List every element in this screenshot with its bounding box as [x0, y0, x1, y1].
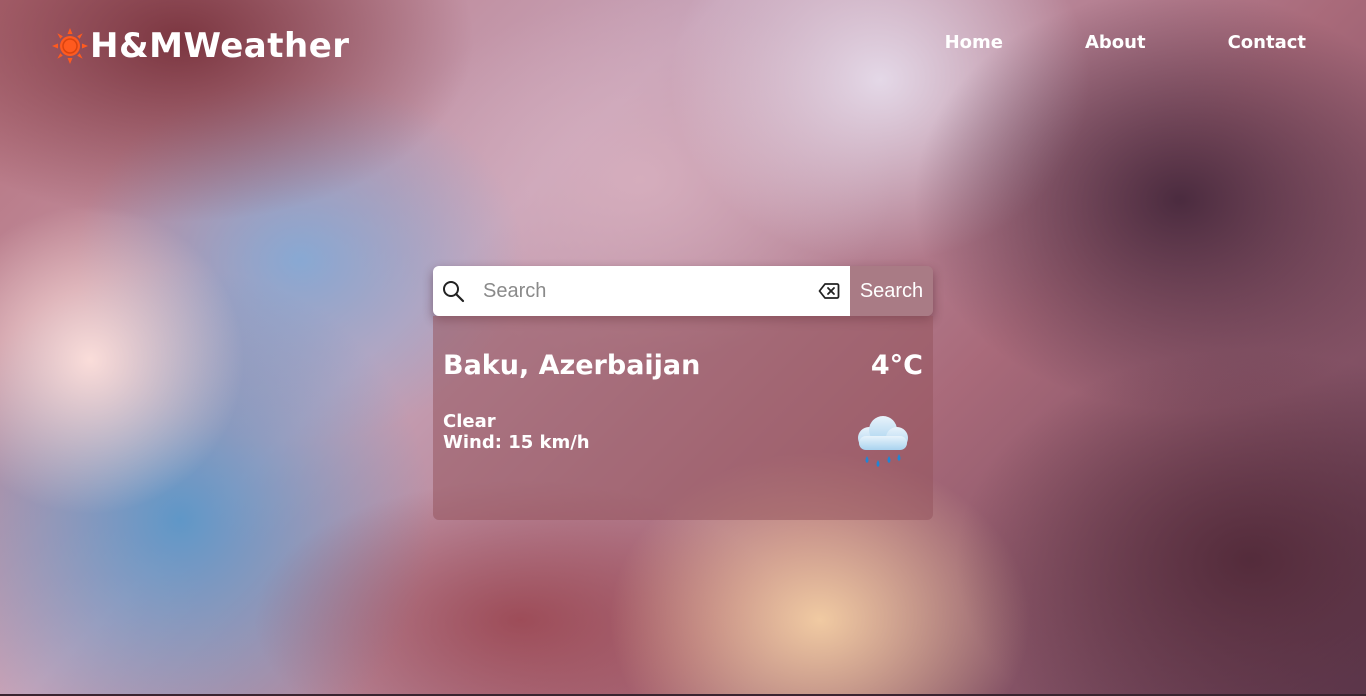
- search-button[interactable]: Search: [850, 266, 933, 316]
- weather-condition: Clear: [443, 411, 496, 432]
- weather-card: Baku, Azerbaijan 4°C Clear Wind: 15 km/h: [433, 316, 933, 520]
- main-nav: Home About Contact: [863, 32, 1306, 53]
- rain-cloud-icon: [858, 416, 908, 467]
- nav-about-link[interactable]: About: [1085, 32, 1146, 53]
- location-name: Baku, Azerbaijan: [443, 350, 701, 381]
- weather-widget: Search Baku, Azerbaijan 4°C Clear Wind: …: [433, 266, 933, 520]
- site-header: H&MWeather Home About Contact: [0, 0, 1366, 90]
- brand-name: H&MWeather: [90, 26, 350, 66]
- nav-contact-link[interactable]: Contact: [1228, 32, 1306, 53]
- search-bar: Search: [433, 266, 933, 316]
- search-icon: [443, 281, 465, 303]
- search-input[interactable]: [465, 266, 818, 316]
- search-field: [433, 266, 850, 316]
- brand-logo[interactable]: H&MWeather: [52, 26, 350, 66]
- sun-icon: [52, 28, 88, 64]
- clear-search-icon[interactable]: [818, 280, 840, 302]
- nav-home-link[interactable]: Home: [945, 32, 1003, 53]
- temperature: 4°C: [870, 350, 923, 381]
- wind-speed: Wind: 15 km/h: [443, 432, 590, 453]
